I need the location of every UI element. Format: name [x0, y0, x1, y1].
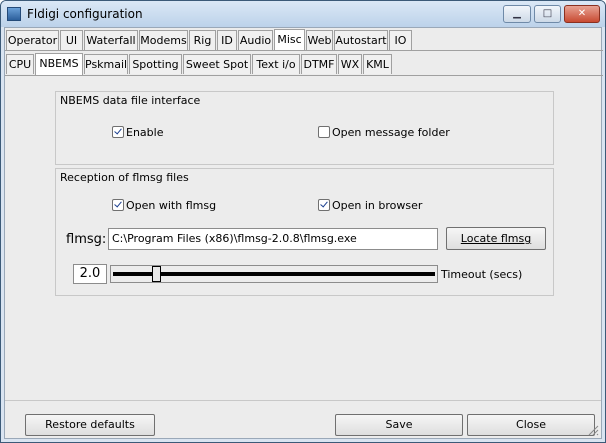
timeout-slider[interactable] — [110, 265, 438, 283]
open-message-folder-checkbox[interactable]: Open message folder — [318, 126, 450, 139]
maximize-button[interactable]: □ — [534, 5, 561, 23]
enable-checkbox-box[interactable] — [112, 126, 124, 138]
subtab-text-i-o[interactable]: Text i/o — [252, 54, 300, 74]
subtab-spotting[interactable]: Spotting — [129, 54, 182, 74]
subtab-wx[interactable]: WX — [338, 54, 362, 74]
tab-ui[interactable]: UI — [60, 30, 83, 50]
open-browser-label: Open in browser — [332, 199, 423, 212]
maximize-icon: □ — [542, 8, 553, 19]
slider-thumb[interactable] — [152, 266, 161, 282]
subtab-sweet-spot[interactable]: Sweet Spot — [183, 54, 251, 74]
tab-waterfall[interactable]: Waterfall — [84, 30, 138, 50]
open-folder-checkbox-box[interactable] — [318, 126, 330, 138]
save-label: Save — [385, 418, 413, 431]
tab-web[interactable]: Web — [306, 30, 333, 50]
timeout-label: Timeout (secs) — [441, 268, 523, 281]
locate-flmsg-label: Locate flmsg — [460, 232, 532, 245]
tab-audio[interactable]: Audio — [238, 30, 273, 50]
config-window: Fldigi configuration ▁ □ ✕ Operator UI Wat… — [0, 0, 606, 443]
main-tab-bar: Operator UI Waterfall Modems Rig ID Audio Misc W… — [5, 29, 603, 51]
enable-checkbox[interactable]: Enable — [112, 126, 163, 139]
tab-io[interactable]: IO — [389, 30, 412, 50]
window-title: Fldigi configuration — [27, 7, 143, 21]
app-icon — [7, 7, 21, 21]
restore-defaults-button[interactable]: Restore defaults — [25, 414, 155, 436]
tab-rig[interactable]: Rig — [189, 30, 216, 50]
group-title: Reception of flmsg files — [60, 171, 189, 184]
nbems-interface-group: NBEMS data file interface Enable Open me… — [55, 91, 554, 165]
close-icon: ✕ — [577, 8, 587, 19]
subtab-pskmail[interactable]: Pskmail — [84, 54, 128, 74]
open-with-label: Open with flmsg — [126, 199, 217, 212]
subtab-dtmf[interactable]: DTMF — [301, 54, 337, 74]
resize-grip-icon[interactable] — [587, 424, 599, 436]
open-browser-checkbox-box[interactable] — [318, 199, 330, 211]
timeout-value[interactable]: 2.0 — [73, 264, 107, 284]
close-button[interactable]: Close — [467, 414, 595, 436]
subtab-kml[interactable]: KML — [363, 54, 392, 74]
enable-label: Enable — [126, 126, 164, 139]
nbems-panel: NBEMS data file interface Enable Open me… — [6, 76, 600, 396]
flmsg-reception-group: Reception of flmsg files Open with flmsg… — [55, 168, 554, 296]
flmsg-path-label: flmsg: — [66, 232, 107, 247]
sub-tab-bar: CPU NBEMS Pskmail Spotting Sweet Spot Text i/… — [5, 53, 603, 75]
open-with-flmsg-checkbox[interactable]: Open with flmsg — [112, 199, 216, 212]
tab-operator[interactable]: Operator — [6, 30, 59, 50]
group-title: NBEMS data file interface — [60, 94, 201, 107]
close-window-button[interactable]: ✕ — [564, 5, 600, 23]
flmsg-path-input[interactable]: C:\Program Files (x86)\flmsg-2.0.8\flmsg… — [108, 228, 438, 250]
footer-divider — [5, 400, 601, 401]
locate-flmsg-button[interactable]: Locate flmsg — [446, 227, 546, 250]
tab-bar-divider — [5, 50, 603, 51]
restore-label: Restore defaults — [45, 418, 135, 431]
open-folder-label: Open message folder — [332, 126, 450, 139]
title-bar[interactable]: Fldigi configuration ▁ □ ✕ — [1, 1, 605, 27]
tab-modems[interactable]: Modems — [139, 30, 188, 50]
minimize-icon: ▁ — [513, 8, 521, 19]
save-button[interactable]: Save — [335, 414, 463, 436]
open-in-browser-checkbox[interactable]: Open in browser — [318, 199, 422, 212]
close-label: Close — [516, 418, 546, 431]
subtab-cpu[interactable]: CPU — [6, 54, 34, 74]
subtab-nbems[interactable]: NBEMS — [35, 53, 83, 75]
open-with-checkbox-box[interactable] — [112, 199, 124, 211]
tab-id[interactable]: ID — [217, 30, 237, 50]
client-area: Operator UI Waterfall Modems Rig ID Audio Misc W… — [4, 27, 603, 439]
tab-misc[interactable]: Misc — [274, 29, 305, 51]
slider-track — [113, 272, 435, 276]
minimize-button[interactable]: ▁ — [503, 5, 531, 23]
tab-autostart[interactable]: Autostart — [334, 30, 388, 50]
